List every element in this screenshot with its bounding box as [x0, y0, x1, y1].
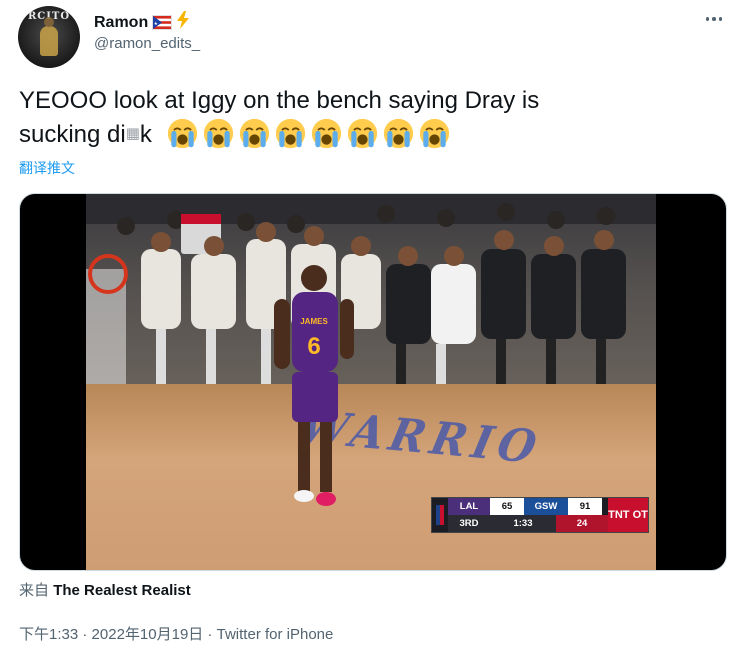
media-source: 来自 The Realest Realist	[19, 579, 191, 600]
meta-separator-1: ·	[78, 626, 92, 643]
user-handle[interactable]: @ramon_edits_	[94, 35, 200, 52]
player-figure: JAMES 6	[274, 265, 354, 506]
puerto-rico-flag-icon	[152, 15, 173, 30]
tweet-time-link[interactable]: 下午1:33	[19, 626, 78, 643]
tweet-text: YEOOO look at Iggy on the bench saying D…	[19, 84, 719, 151]
nba-logo-icon	[432, 498, 448, 532]
loudly-crying-face-icon	[275, 118, 305, 149]
more-options-icon[interactable]	[701, 6, 727, 32]
display-name[interactable]: Ramon	[94, 11, 190, 34]
high-voltage-icon	[176, 11, 190, 34]
loudly-crying-face-icon	[419, 118, 449, 149]
video-player[interactable]: WARRIO JAMES 6 LAL 65 GSW 91 3RD 1:33 24…	[19, 193, 727, 571]
meta-separator-2: ·	[203, 626, 217, 643]
team-right: GSW	[524, 498, 568, 515]
network-logo: TNT OT	[608, 498, 648, 532]
loudly-crying-face-icon	[311, 118, 341, 149]
loudly-crying-face-icon	[167, 118, 197, 149]
shot-clock: 24	[556, 515, 608, 532]
emoji-row	[167, 118, 455, 149]
tweet-text-line-1: YEOOO look at Iggy on the bench saying D…	[19, 87, 540, 114]
loudly-crying-face-icon	[347, 118, 377, 149]
source-prefix: 来自	[19, 582, 50, 599]
score-right: 91	[568, 498, 602, 515]
tweet-client-link[interactable]: Twitter for iPhone	[217, 626, 334, 643]
bench-crowd	[86, 194, 656, 409]
loudly-crying-face-icon	[203, 118, 233, 149]
game-clock: 1:33	[490, 515, 556, 532]
avatar[interactable]: RCITO	[18, 6, 80, 68]
tweet-date-link[interactable]: 2022年10月19日	[92, 626, 204, 643]
source-name-link[interactable]: The Realest Realist	[53, 582, 191, 599]
scorebug: LAL 65 GSW 91 3RD 1:33 24 TNT OT	[431, 497, 649, 533]
censor-glyph: ▦	[125, 125, 140, 142]
quarter: 3RD	[448, 515, 490, 532]
tweet-meta: 下午1:33 · 2022年10月19日 · Twitter for iPhon…	[19, 623, 333, 644]
translate-tweet-link[interactable]: 翻译推文	[19, 158, 75, 178]
tweet-text-line-2: sucking di	[19, 121, 126, 148]
jersey-name: JAMES	[300, 317, 328, 326]
team-left: LAL	[448, 498, 490, 515]
jersey-number: 6	[307, 333, 320, 360]
score-left: 65	[490, 498, 524, 515]
avatar-figure	[40, 17, 58, 56]
display-name-text: Ramon	[94, 13, 149, 31]
tweet-text-line-2-end: k	[139, 121, 152, 148]
loudly-crying-face-icon	[383, 118, 413, 149]
video-frame[interactable]: WARRIO JAMES 6 LAL 65 GSW 91 3RD 1:33 24…	[86, 194, 656, 570]
loudly-crying-face-icon	[239, 118, 269, 149]
